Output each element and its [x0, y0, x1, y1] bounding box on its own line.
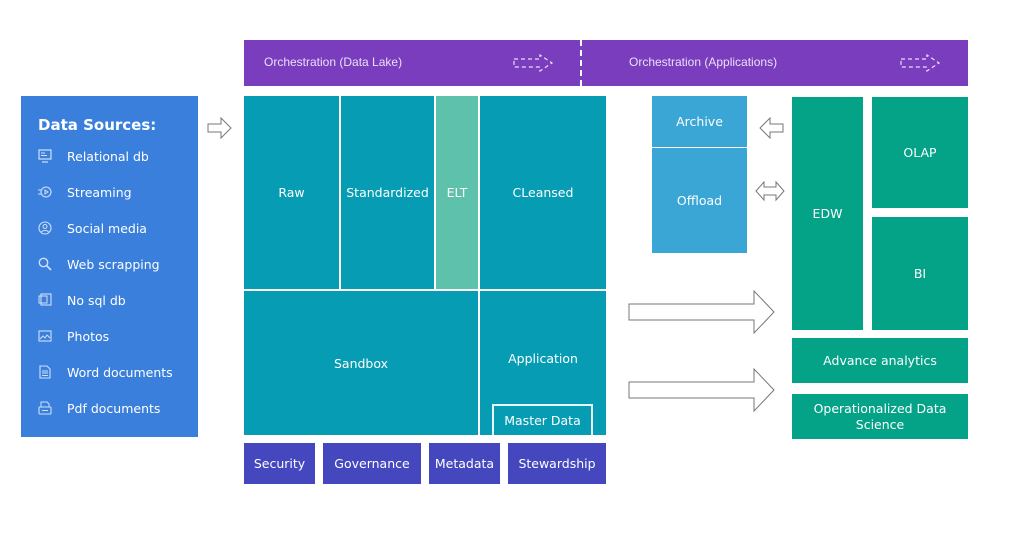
source-item-word-documents: Word documents: [38, 354, 198, 390]
source-label: No sql db: [67, 292, 126, 308]
application-label: Application: [508, 351, 578, 366]
source-item-photos: Photos: [38, 318, 198, 354]
source-item-web-scrapping: Web scrapping: [38, 246, 198, 282]
source-label: Pdf documents: [67, 400, 161, 416]
streaming-play-icon: [38, 186, 52, 198]
source-label: Relational db: [67, 148, 149, 164]
big-right-arrow-icon: [628, 290, 775, 334]
bi-box: BI: [872, 217, 968, 330]
sandbox-zone: Sandbox: [244, 291, 478, 435]
standardized-label: Standardized: [346, 185, 429, 200]
elt-label: ELT: [446, 185, 468, 200]
governance-box: Governance: [323, 443, 421, 484]
source-item-social-media: Social media: [38, 210, 198, 246]
source-item-pdf-documents: Pdf documents: [38, 390, 198, 426]
big-right-arrow-icon: [628, 368, 775, 412]
dashed-arrow-icon: [900, 53, 941, 73]
edw-box: EDW: [792, 97, 863, 330]
source-label: Web scrapping: [67, 256, 160, 272]
source-item-no-sql-db: No sql db: [38, 282, 198, 318]
stewardship-box: Stewardship: [508, 443, 606, 484]
orchestration-applications-label: Orchestration (Applications): [629, 55, 778, 69]
orchestration-bar: Orchestration (Data Lake) Orchestration …: [244, 40, 968, 86]
source-label: Photos: [67, 328, 110, 344]
advance-analytics-box: Advance analytics: [792, 338, 968, 383]
data-sources-panel: Data Sources: Relational db Streaming So…: [21, 96, 198, 437]
dashed-arrow-icon: [513, 53, 554, 73]
orchestration-divider: [580, 40, 582, 86]
source-item-streaming: Streaming: [38, 174, 198, 210]
operationalized-data-science-box: Operationalized Data Science: [792, 394, 968, 439]
source-item-relational-db: Relational db: [38, 138, 198, 174]
pdf-printer-icon: [38, 401, 52, 415]
nosql-file-icon: [38, 293, 52, 306]
cleansed-label: CLeansed: [512, 185, 574, 200]
elt-zone: ELT: [436, 96, 478, 289]
olap-box: OLAP: [872, 97, 968, 208]
image-icon: [38, 330, 52, 342]
user-circle-icon: [38, 221, 52, 235]
orchestration-data-lake-label: Orchestration (Data Lake): [264, 55, 403, 69]
raw-zone: Raw: [244, 96, 339, 289]
source-label: Streaming: [67, 184, 132, 200]
sandbox-label: Sandbox: [333, 355, 389, 371]
bidirectional-arrow-icon: [755, 180, 785, 202]
metadata-box: Metadata: [429, 443, 500, 484]
source-label: Social media: [67, 220, 147, 236]
left-arrow-icon: [759, 117, 784, 139]
data-sources-title: Data Sources:: [38, 116, 157, 134]
master-data-box: Master Data: [492, 404, 593, 435]
cleansed-zone: CLeansed: [480, 96, 606, 289]
offload-box: Offload: [652, 148, 747, 253]
standardized-zone: Standardized: [341, 96, 434, 289]
source-label: Word documents: [67, 364, 173, 380]
raw-label: Raw: [278, 185, 305, 200]
security-box: Security: [244, 443, 315, 484]
archive-box: Archive: [652, 96, 747, 147]
search-icon: [38, 257, 52, 271]
right-arrow-icon: [207, 117, 232, 139]
document-icon: [39, 365, 51, 379]
application-zone: Application Master Data: [480, 291, 606, 435]
database-monitor-icon: [38, 149, 52, 163]
